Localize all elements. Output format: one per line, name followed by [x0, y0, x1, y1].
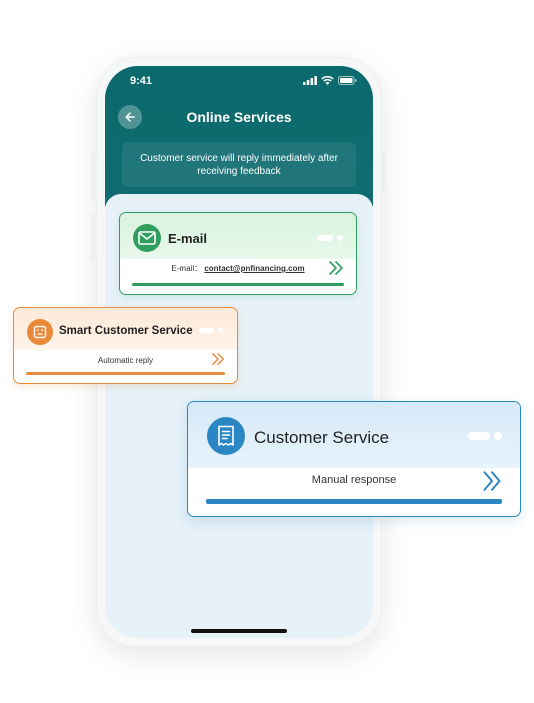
page-title: Online Services	[186, 109, 292, 125]
status-bar: 9:41	[105, 74, 373, 92]
decorative-dots	[468, 432, 502, 440]
double-chevron-right-icon	[329, 261, 343, 275]
smart-customer-service-card[interactable]: Smart Customer Service Automatic reply	[13, 307, 238, 384]
power-button	[381, 152, 387, 192]
battery-icon	[338, 76, 357, 85]
email-card[interactable]: E-mail E-mail： contact@pnfinancing.com	[119, 212, 357, 295]
email-card-accent-bar	[132, 283, 344, 286]
status-icons	[303, 76, 357, 85]
volume-up-button	[91, 152, 97, 202]
decorative-dots	[199, 328, 223, 333]
email-line: E-mail： contact@pnfinancing.com	[120, 263, 356, 274]
email-address-link[interactable]: contact@pnfinancing.com	[204, 264, 304, 273]
notice-text: Customer service will reply immediately …	[140, 152, 338, 177]
volume-down-button	[91, 212, 97, 262]
cs-card-title: Customer Service	[254, 428, 390, 447]
notice-banner: Customer service will reply immediately …	[122, 142, 356, 187]
cs-card-accent-bar	[206, 499, 502, 504]
double-chevron-right-icon	[483, 471, 501, 491]
robot-icon	[27, 319, 53, 345]
status-time: 9:41	[130, 75, 153, 87]
receipt-icon	[207, 417, 245, 455]
smart-card-subtitle: Automatic reply	[97, 356, 154, 365]
double-chevron-right-icon	[212, 353, 224, 365]
smart-card-accent-bar	[26, 372, 225, 375]
cs-card-subtitle: Manual response	[311, 474, 397, 486]
smart-card-title: Smart Customer Service	[59, 325, 193, 337]
email-card-title: E-mail	[168, 231, 208, 246]
envelope-icon	[133, 224, 161, 252]
wifi-icon	[321, 76, 334, 85]
customer-service-card[interactable]: Customer Service Manual response	[187, 401, 521, 517]
email-label: E-mail：	[171, 264, 203, 273]
decorative-dots	[317, 235, 343, 241]
home-indicator	[191, 629, 287, 633]
header: 9:41 Online Services Customer service wi…	[105, 66, 373, 206]
signal-icon	[303, 76, 317, 85]
